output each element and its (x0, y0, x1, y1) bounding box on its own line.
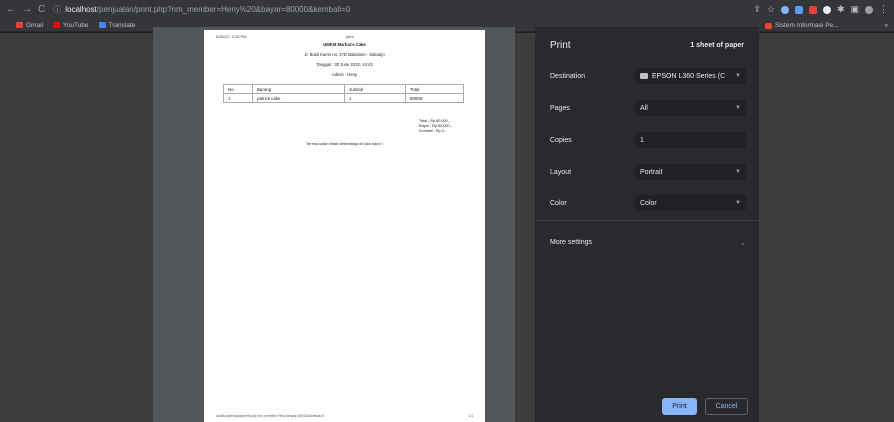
youtube-icon (765, 22, 772, 29)
bookmark-gmail[interactable]: Gmail (16, 22, 43, 29)
extension-icon[interactable] (794, 5, 803, 14)
browser-toolbar: ← → C ⓘ localhost /penjualan/print.php?n… (0, 0, 894, 19)
youtube-icon (52, 22, 60, 28)
bookmarks-overflow-button[interactable]: » (884, 19, 888, 32)
admin-name: Admin : Heny (331, 72, 358, 77)
bookmark-translate[interactable]: Translate (98, 22, 135, 29)
thank-you-note: Terima kasih telah berbelanja di toko ka… (306, 141, 383, 146)
page-footer: localhost/penjualan/print.php?nm_member=… (216, 414, 473, 418)
pages-select[interactable]: All ▼ (635, 100, 746, 116)
url-path: /penjualan/print.php?nm_member=Heny%20&b… (96, 5, 351, 14)
print-date: 6/30/22, 2:16 PM (216, 34, 247, 39)
star-icon[interactable]: ☆ (767, 4, 775, 15)
chevron-down-icon: ▼ (735, 169, 741, 175)
reload-icon[interactable]: C (38, 0, 45, 19)
translate-icon (98, 22, 106, 28)
page-backdrop-right (759, 33, 894, 422)
layout-select[interactable]: Portrait ▼ (635, 164, 746, 180)
destination-row: Destination EPSON L360 Series (C ▼ (550, 68, 746, 84)
payment-summary: Total : Rp.80.000,- Bayar : Rp.80.000,- … (419, 119, 452, 134)
extension-icon[interactable] (808, 5, 817, 14)
copies-row: Copies 1 (550, 132, 746, 148)
preview-page: 6/30/22, 2:16 PM print UMKM Marfua's Cak… (204, 30, 485, 422)
back-icon[interactable]: ← (6, 0, 16, 19)
color-select[interactable]: Color ▼ (635, 195, 746, 211)
change-amount: Kembali : Rp.0,- (419, 129, 447, 133)
layout-row: Layout Portrait ▼ (550, 164, 746, 180)
chevron-down-icon: ▼ (735, 105, 741, 111)
extension-icon[interactable] (780, 5, 789, 14)
more-settings-toggle[interactable]: More settings ⌄ (550, 239, 746, 247)
puzzle-icon[interactable]: ✱ (837, 4, 845, 15)
forward-icon[interactable]: → (22, 0, 32, 19)
bookmark-sistem-informasi[interactable]: Sistem Informasi Pe... (765, 19, 839, 32)
share-icon[interactable]: ⇪ (753, 4, 761, 15)
copies-input[interactable]: 1 (635, 132, 746, 148)
page-header: 6/30/22, 2:16 PM print (216, 34, 473, 39)
panel-divider (535, 220, 759, 221)
transaction-date: Tanggal : 30 June 2022, 14:43 (316, 62, 373, 67)
print-settings-panel: Print 1 sheet of paper Destination EPSON… (535, 27, 759, 422)
store-address: Jl. Bukit Karmi no. 27D Bukalono - Sidoa… (304, 52, 385, 57)
printer-icon (640, 72, 648, 79)
bookmark-youtube[interactable]: YouTube (52, 22, 89, 29)
sidepanel-icon[interactable]: ▣ (850, 4, 859, 15)
store-name: UMKM Marfua's Cake (323, 42, 366, 47)
panel-title: Print (550, 40, 571, 51)
sheet-count: 1 sheet of paper (690, 42, 744, 49)
table-row: 1 patrick cake 1 80000 (223, 93, 464, 103)
chevron-down-icon: ▼ (735, 73, 741, 79)
pages-row: Pages All ▼ (550, 100, 746, 116)
cancel-button[interactable]: Cancel (705, 398, 748, 415)
footer-url: localhost/penjualan/print.php?nm_member=… (216, 414, 325, 418)
receipt-table: No. Barang Jumlah Total 1 patrick cake 1… (223, 84, 464, 103)
url-host: localhost (65, 5, 97, 14)
chevron-down-icon: ▼ (735, 200, 741, 206)
menu-icon[interactable]: ⋮ (879, 4, 888, 15)
info-icon: ⓘ (53, 5, 62, 14)
chevron-down-icon: ⌄ (740, 240, 746, 247)
destination-select[interactable]: EPSON L360 Series (C ▼ (635, 68, 746, 84)
avatar[interactable] (865, 5, 873, 14)
color-row: Color Color ▼ (550, 195, 746, 211)
document-title: print (345, 34, 354, 39)
gmail-icon (16, 22, 23, 28)
table-header-row: No. Barang Jumlah Total (223, 84, 464, 94)
extension-icon[interactable] (822, 5, 831, 14)
print-button[interactable]: Print (662, 398, 697, 415)
address-bar[interactable]: ⓘ localhost /penjualan/print.php?nm_memb… (53, 2, 753, 17)
footer-page-number: 1/1 (468, 414, 473, 418)
